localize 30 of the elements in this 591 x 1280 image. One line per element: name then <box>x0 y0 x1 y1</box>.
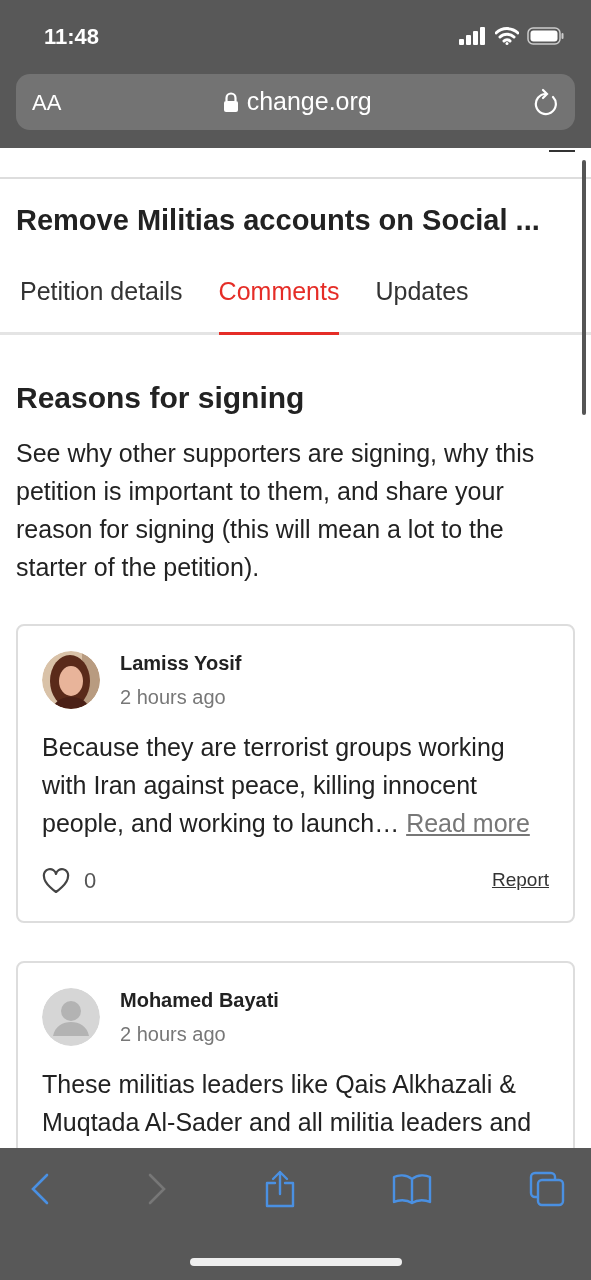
tabs-icon[interactable] <box>529 1171 565 1207</box>
comment-time: 2 hours ago <box>120 1022 227 1047</box>
heart-icon[interactable] <box>42 867 70 894</box>
comment-time: 2 hours ago <box>120 685 227 710</box>
tab[interactable]: Updates <box>375 272 469 335</box>
comment-text: Because they are terrorist groups working with Iran against peace, killing innocent people, and working to launch… Read more <box>42 732 531 839</box>
battery-icon <box>527 27 565 45</box>
bookmarks-icon[interactable] <box>392 1173 433 1205</box>
tab[interactable]: Comments <box>218 272 340 335</box>
forward-icon[interactable] <box>146 1173 167 1205</box>
wifi-icon <box>495 27 519 45</box>
comment-text: These militias leaders like Qais Alkhazali & Muqtada Al-Sader and all militia leaders and <box>42 1069 533 1138</box>
lock-icon <box>222 92 239 112</box>
scrollbar[interactable] <box>582 160 586 415</box>
tab[interactable]: Petition details <box>20 272 183 335</box>
status-time: 11:48 <box>44 22 100 51</box>
read-more-link[interactable]: Read more <box>406 809 530 837</box>
signal-icon <box>459 27 487 45</box>
author-name: Mohamed Bayati <box>120 988 279 1013</box>
text-size-button[interactable]: AA <box>32 85 62 119</box>
reload-icon[interactable] <box>533 88 559 116</box>
back-icon[interactable] <box>30 1173 50 1205</box>
url-text[interactable]: change.org <box>246 83 372 121</box>
report-link[interactable]: Report <box>491 866 549 895</box>
section-heading: Reasons for signing <box>16 380 306 416</box>
petition-title: Remove Militias accounts on Social ... <box>16 203 541 238</box>
section-intro: See why other supporters are signing, why this petition is important to them, and share your reason for signing (this will mean a lot to the starter of the petition). <box>16 438 536 583</box>
author-name: Lamiss Yosif <box>120 651 242 676</box>
share-icon[interactable] <box>263 1170 296 1208</box>
like-count: 0 <box>84 867 97 895</box>
